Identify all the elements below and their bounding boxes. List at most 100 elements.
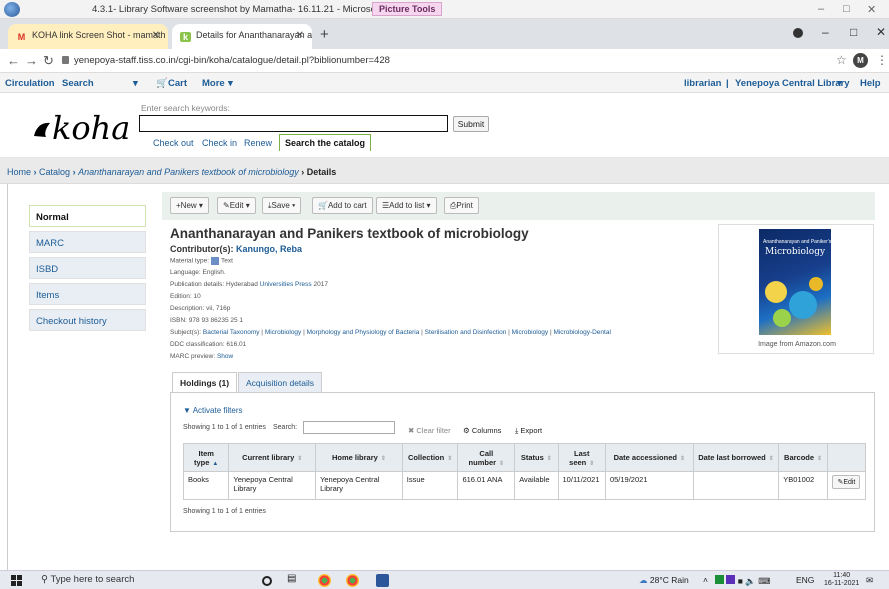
tab-renew[interactable]: Renew: [244, 138, 272, 148]
office-button-icon[interactable]: [4, 2, 20, 17]
nav-help[interactable]: Help: [860, 78, 881, 89]
koha-logo[interactable]: koha: [32, 109, 130, 147]
nav-library[interactable]: Yenepoya Central Library: [735, 78, 850, 89]
forward-icon[interactable]: →: [25, 53, 38, 68]
browser-tab-gmail[interactable]: M KOHA link Screen Shot - mamath ✕: [8, 24, 168, 49]
subject-link[interactable]: Morphology and Physiology of Bacteria: [307, 329, 420, 336]
lock-icon[interactable]: [62, 56, 69, 64]
marc-preview-show-link[interactable]: Show: [217, 353, 233, 360]
export-button[interactable]: ⤓ Export: [515, 426, 542, 436]
print-button[interactable]: ⎙Print: [444, 197, 479, 214]
ddc-label: DDC classification:: [170, 341, 225, 348]
table-search-input[interactable]: [303, 421, 395, 434]
nav-circulation[interactable]: Circulation: [5, 78, 55, 89]
th-home-library[interactable]: Home library ⇕: [315, 443, 403, 472]
nav-more[interactable]: More: [202, 78, 225, 89]
th-current-library[interactable]: Current library ⇕: [228, 443, 317, 472]
sidenav-items[interactable]: Items: [29, 283, 146, 305]
columns-button[interactable]: ⚙ Columns: [463, 426, 501, 435]
cell-barcode-link[interactable]: YB01002: [778, 471, 828, 500]
nav-user[interactable]: librarian: [684, 78, 722, 89]
cortana-icon[interactable]: [262, 576, 272, 586]
activate-filters-link[interactable]: ▼ Activate filters: [183, 406, 243, 415]
page-left-border: [7, 184, 8, 570]
word-taskbar-icon[interactable]: [376, 574, 389, 587]
windows-start-icon[interactable]: [11, 575, 22, 586]
windows-taskbar: ⚲ Type here to search ▤ ☁ 28°C Rain ˄ ■ …: [0, 570, 889, 589]
notification-center-icon[interactable]: ✉: [866, 575, 873, 586]
sidenav-isbd[interactable]: ISBD: [29, 257, 146, 279]
language-indicator[interactable]: ENG: [796, 575, 814, 585]
th-date-last-borrowed[interactable]: Date last borrowed ⇕: [692, 443, 780, 472]
th-call-number[interactable]: Call number ⇕: [457, 443, 516, 472]
tab-acquisition-details[interactable]: Acquisition details: [238, 372, 323, 393]
subject-link[interactable]: Sterilisation and Disinfection: [425, 329, 507, 336]
close-tab-icon[interactable]: ✕: [296, 30, 304, 41]
word-close-icon[interactable]: ✕: [867, 3, 876, 16]
nav-search[interactable]: Search: [62, 78, 94, 89]
breadcrumb-record[interactable]: Ananthanarayan and Panikers textbook of …: [78, 167, 299, 177]
catalog-search-input[interactable]: [139, 115, 448, 132]
subject-link[interactable]: Microbiology: [512, 329, 549, 336]
subject-link[interactable]: Microbiology: [265, 329, 302, 336]
subject-link[interactable]: Microbiology-Dental: [553, 329, 610, 336]
weather-widget[interactable]: ☁ 28°C Rain: [639, 575, 689, 586]
bookmark-star-icon[interactable]: ☆: [836, 53, 847, 67]
tab-search-icon[interactable]: [793, 28, 803, 38]
url-field[interactable]: yenepoya-staff.tiss.co.in/cgi-bin/koha/c…: [74, 55, 390, 66]
browser-tab-koha[interactable]: k Details for Ananthanarayan and ✕: [172, 24, 312, 49]
cart-icon[interactable]: 🛒: [156, 78, 168, 89]
edition-row: Edition: 10: [170, 293, 201, 300]
tab-check-in[interactable]: Check in: [202, 138, 237, 148]
tab-search-catalog[interactable]: Search the catalog: [279, 134, 372, 151]
tab-label: KOHA link Screen Shot - mamath: [32, 30, 166, 40]
back-icon[interactable]: ←: [7, 53, 20, 68]
chrome-taskbar-icon-2[interactable]: [346, 574, 359, 587]
tab-holdings[interactable]: Holdings (1): [172, 372, 238, 393]
profile-avatar[interactable]: M: [853, 53, 868, 68]
sidenav-normal[interactable]: Normal: [29, 205, 146, 227]
th-barcode[interactable]: Barcode ⇕: [778, 443, 828, 472]
tray-apps-icon[interactable]: ■ 🔈 ⌨: [715, 575, 771, 587]
new-tab-icon[interactable]: +: [320, 26, 329, 43]
subject-link[interactable]: Bacterial Taxonomy: [203, 329, 260, 336]
taskbar-search[interactable]: ⚲ Type here to search: [41, 574, 134, 585]
sidenav-checkout-history[interactable]: Checkout history: [29, 309, 146, 331]
task-view-icon[interactable]: ▤: [287, 573, 300, 586]
sidenav-marc[interactable]: MARC: [29, 231, 146, 253]
chrome-maximize-icon[interactable]: □: [850, 25, 857, 39]
add-to-cart-button[interactable]: 🛒Add to cart: [312, 197, 373, 214]
th-date-accessioned[interactable]: Date accessioned ⇕: [604, 443, 694, 472]
th-item-type[interactable]: Item type ▲: [182, 443, 230, 472]
book-icon: [211, 257, 220, 265]
close-tab-icon[interactable]: ✕: [152, 30, 160, 41]
add-to-list-button[interactable]: ☰Add to list ▾: [376, 197, 437, 214]
word-restore-icon[interactable]: □: [843, 3, 850, 15]
submit-button[interactable]: Submit: [453, 116, 489, 132]
picture-tools-tab[interactable]: Picture Tools: [372, 2, 443, 16]
edit-button[interactable]: ✎Edit ▾: [217, 197, 256, 214]
contributor-link[interactable]: Kanungo, Reba: [236, 244, 302, 254]
book-cover-image[interactable]: Ananthanarayan and Paniker's Microbiolog…: [759, 229, 831, 335]
show-hidden-icons-icon[interactable]: ˄: [703, 575, 708, 585]
new-button[interactable]: +New ▾: [170, 197, 209, 214]
clear-filter-button[interactable]: ✖ Clear filter: [408, 426, 451, 435]
publisher-link[interactable]: Universities Press: [260, 281, 312, 288]
chrome-menu-icon[interactable]: ⋮: [876, 53, 888, 67]
save-button[interactable]: ⤓Save ▾: [262, 197, 302, 214]
breadcrumb-home[interactable]: Home: [7, 167, 31, 177]
chrome-minimize-icon[interactable]: –: [822, 25, 829, 39]
th-collection[interactable]: Collection ⇕: [401, 443, 459, 472]
th-status[interactable]: Status ⇕: [514, 443, 559, 472]
edit-item-button[interactable]: ✎Edit: [832, 475, 861, 489]
th-last-seen[interactable]: Last seen ⇕: [557, 443, 606, 472]
taskbar-clock[interactable]: 11:40 16-11-2021: [824, 572, 859, 588]
reload-icon[interactable]: ↻: [43, 53, 54, 69]
chrome-close-icon[interactable]: ✕: [876, 25, 886, 39]
tab-check-out[interactable]: Check out: [153, 138, 194, 148]
breadcrumb-catalog[interactable]: Catalog: [39, 167, 70, 177]
word-minimize-icon[interactable]: –: [818, 3, 824, 15]
search-dropdown-caret-icon[interactable]: ▾: [133, 78, 138, 89]
nav-cart[interactable]: Cart: [168, 78, 187, 89]
chrome-taskbar-icon[interactable]: [318, 574, 331, 587]
